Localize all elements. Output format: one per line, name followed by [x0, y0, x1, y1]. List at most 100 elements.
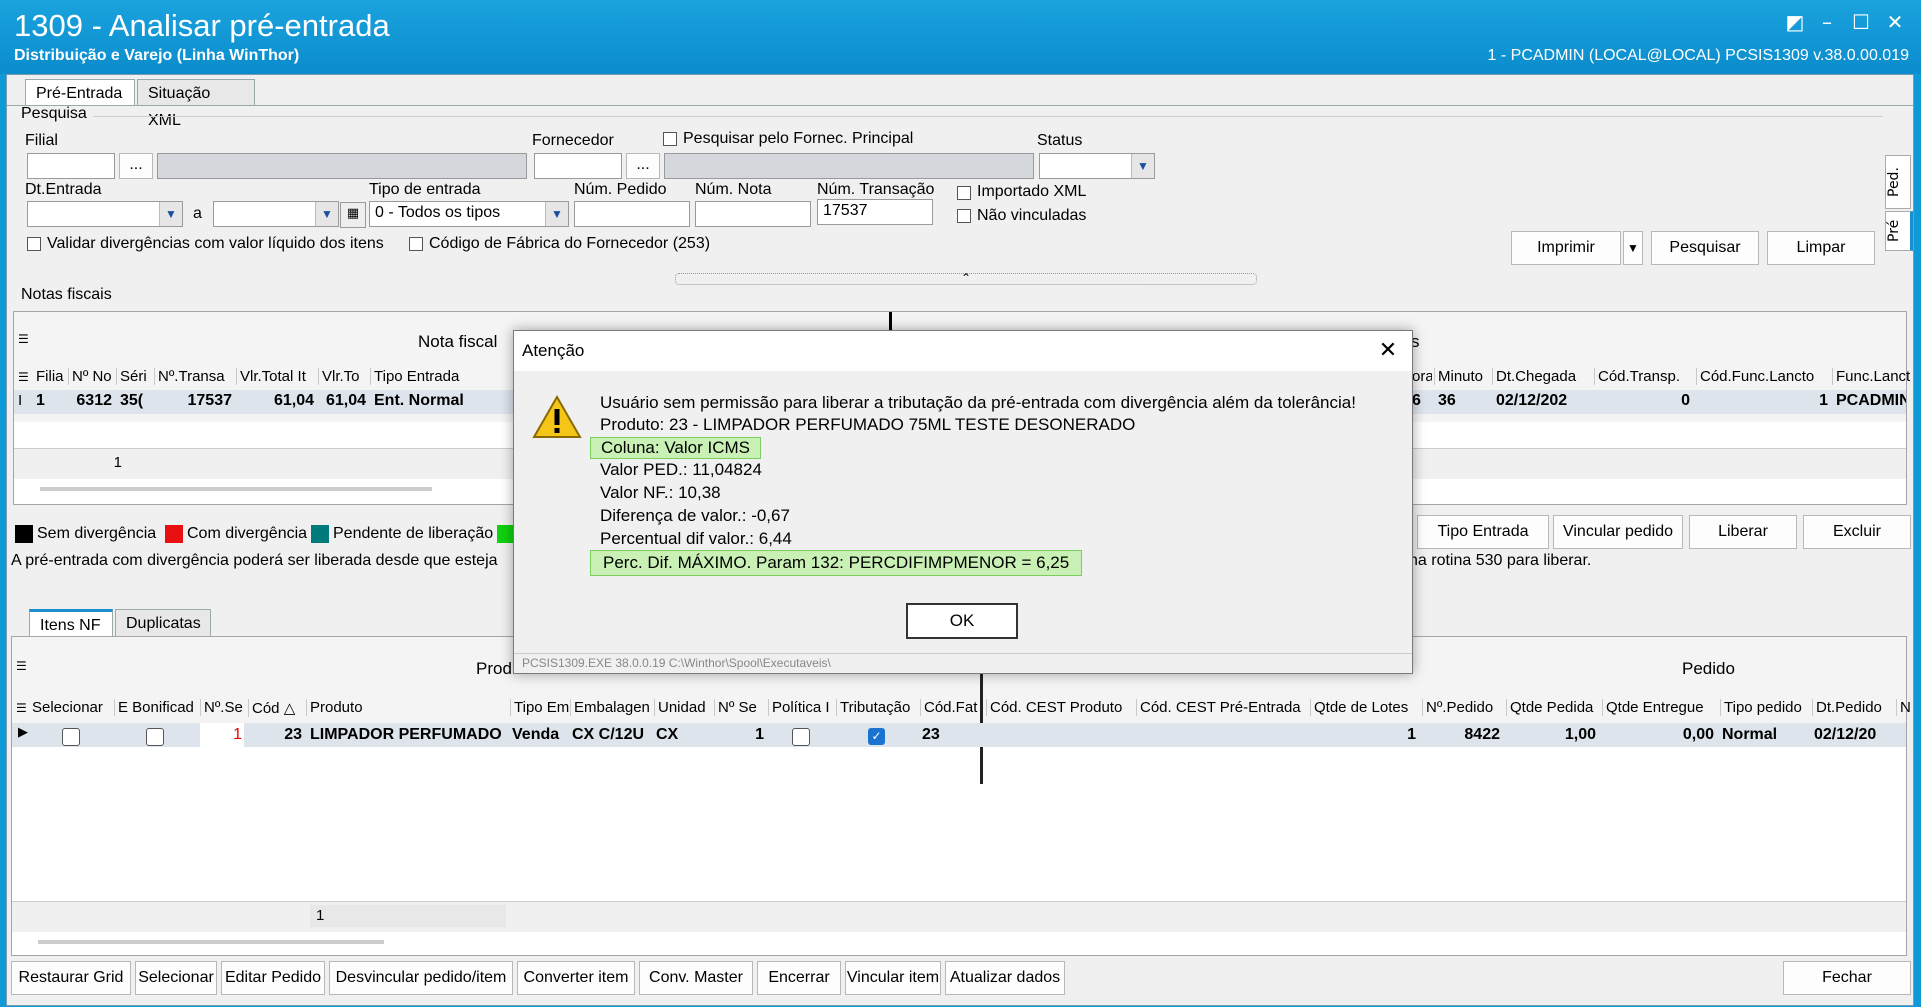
col-vlr-total[interactable]: Vlr.To — [318, 368, 370, 385]
col-func-lancto[interactable]: Func.Lancto — [1832, 368, 1910, 385]
chevron-down-icon[interactable]: ▼ — [545, 202, 568, 226]
politica-checkbox[interactable] — [792, 728, 810, 746]
cod-fabrica-checkbox[interactable] — [409, 237, 423, 251]
dt-entrada-end[interactable]: ▼ — [213, 201, 339, 227]
minimize-icon[interactable]: – — [1812, 10, 1842, 34]
editar-pedido-button[interactable]: Editar Pedido — [221, 961, 325, 995]
col-nseq[interactable]: Nº Se — [714, 699, 768, 716]
tab-duplicatas[interactable]: Duplicatas — [115, 609, 211, 636]
col-n[interactable]: Nº — [1896, 699, 1910, 716]
close-icon[interactable]: ✕ — [1880, 10, 1910, 34]
selecionar-checkbox[interactable] — [62, 728, 80, 746]
imprimir-button[interactable]: Imprimir — [1511, 231, 1621, 265]
fornecedor-lookup-button[interactable]: ... — [626, 153, 660, 179]
col-transacao[interactable]: Nº.Transa — [154, 368, 236, 385]
atualizar-dados-button[interactable]: Atualizar dados — [945, 961, 1065, 995]
fornecedor-input[interactable] — [534, 153, 622, 179]
col-tipo-pedido[interactable]: Tipo pedido — [1720, 699, 1812, 716]
chevron-down-icon[interactable]: ▼ — [159, 202, 182, 226]
col-politica[interactable]: Política I — [768, 699, 836, 716]
sort-asc-icon[interactable]: △ — [284, 700, 296, 717]
limpar-button[interactable]: Limpar — [1767, 231, 1875, 265]
col-dt-pedido[interactable]: Dt.Pedido — [1812, 699, 1896, 716]
col-num-pedido[interactable]: Nº.Pedido — [1422, 699, 1506, 716]
tributacao-check-icon[interactable]: ✓ — [868, 728, 885, 745]
col-cod-transp[interactable]: Cód.Transp. — [1594, 368, 1696, 385]
col-qtde-entregue[interactable]: Qtde Entregue — [1602, 699, 1720, 716]
cell-func-lancto: PCADMIN — [1836, 392, 1906, 409]
excluir-button[interactable]: Excluir — [1803, 515, 1911, 549]
vincular-pedido-button[interactable]: Vincular pedido — [1553, 515, 1683, 549]
col-bonificado[interactable]: E Bonificad — [114, 699, 200, 716]
col-qtde-pedida[interactable]: Qtde Pedida — [1506, 699, 1602, 716]
conv-master-button[interactable]: Conv. Master — [639, 961, 753, 995]
imprimir-dropdown-icon[interactable]: ▼ — [1623, 231, 1643, 265]
col-filial[interactable]: Filia — [36, 368, 66, 385]
col-cod-func-lancto[interactable]: Cód.Func.Lancto — [1696, 368, 1832, 385]
col-tributacao[interactable]: Tributação — [836, 699, 920, 716]
col-selecionar[interactable]: Selecionar — [32, 699, 112, 716]
restore-icon[interactable]: ◩ — [1780, 10, 1810, 34]
calendar-icon[interactable]: ▦ — [340, 202, 366, 228]
col-minuto[interactable]: Minuto — [1434, 368, 1492, 385]
dt-entrada-start[interactable]: ▼ — [27, 201, 183, 227]
grid-menu-icon[interactable]: ☰ — [16, 659, 27, 673]
num-transacao-input[interactable]: 17537 — [817, 199, 933, 225]
col-cest-pre-entrada[interactable]: Cód. CEST Pré-Entrada — [1136, 699, 1310, 716]
filial-lookup-button[interactable]: ... — [119, 153, 153, 179]
col-cest-produto[interactable]: Cód. CEST Produto — [986, 699, 1136, 716]
filial-description — [157, 153, 527, 179]
row-pointer-icon: ▶ — [18, 725, 28, 740]
dialog-close-icon[interactable]: ✕ — [1374, 337, 1402, 365]
tipo-entrada-button[interactable]: Tipo Entrada — [1417, 515, 1549, 549]
grid-menu-icon[interactable]: ☰ — [18, 332, 29, 346]
num-pedido-input[interactable] — [574, 201, 690, 227]
col-qtde-lotes[interactable]: Qtde de Lotes — [1310, 699, 1422, 716]
col-serie[interactable]: Séri — [116, 368, 154, 385]
col-num-nota[interactable]: Nº No — [68, 368, 116, 385]
notas-scrollbar[interactable] — [40, 487, 432, 491]
col-vlr-total-itens[interactable]: Vlr.Total It — [236, 368, 318, 385]
col-embalagem[interactable]: Embalagen — [570, 699, 654, 716]
col-unidade[interactable]: Unidad — [654, 699, 714, 716]
selecionar-button[interactable]: Selecionar — [135, 961, 217, 995]
grid-menu-icon[interactable]: ☰ — [18, 370, 29, 384]
tab-situacao-xml[interactable]: Situação XML — [137, 79, 255, 129]
col-dt-chegada[interactable]: Dt.Chegada — [1492, 368, 1594, 385]
encerrar-button[interactable]: Encerrar — [757, 961, 841, 995]
tab-pre-entrada[interactable]: Pré-Entrada — [25, 79, 135, 106]
side-tab-pre[interactable]: Pré — [1885, 211, 1913, 251]
chevron-down-icon[interactable]: ▼ — [1131, 154, 1154, 178]
col-tipo-entrada[interactable]: Tipo Entrada — [370, 368, 524, 385]
converter-item-button[interactable]: Converter item — [517, 961, 635, 995]
desvincular-button[interactable]: Desvincular pedido/item — [329, 961, 513, 995]
col-tipo-em[interactable]: Tipo Em — [510, 699, 570, 716]
maximize-icon[interactable]: ☐ — [1846, 10, 1876, 34]
col-cod-fat[interactable]: Cód.Fat — [920, 699, 982, 716]
tab-itens-nf[interactable]: Itens NF — [29, 609, 113, 636]
fechar-button[interactable]: Fechar — [1783, 961, 1911, 995]
tipo-entrada-select[interactable]: 0 - Todos os tipos ▼ — [369, 201, 569, 227]
col-produto[interactable]: Produto — [306, 699, 510, 716]
itens-scrollbar[interactable] — [38, 940, 384, 944]
col-cod[interactable]: Cód △ — [248, 699, 306, 717]
chevron-down-icon[interactable]: ▼ — [315, 202, 338, 226]
grid-menu-icon[interactable]: ☰ — [16, 701, 27, 715]
col-hora[interactable]: ora — [1412, 368, 1432, 385]
fornec-principal-checkbox[interactable] — [663, 132, 677, 146]
nao-vinculadas-checkbox[interactable] — [957, 209, 971, 223]
pesquisar-button[interactable]: Pesquisar — [1651, 231, 1759, 265]
importado-xml-checkbox[interactable] — [957, 186, 971, 200]
filial-input[interactable] — [27, 153, 115, 179]
side-tab-ped[interactable]: Ped. — [1885, 155, 1911, 209]
num-nota-input[interactable] — [695, 201, 811, 227]
ok-button[interactable]: OK — [906, 603, 1018, 639]
col-seq[interactable]: Nº.Se — [200, 699, 248, 716]
vincular-item-button[interactable]: Vincular item — [845, 961, 941, 995]
liberar-button[interactable]: Liberar — [1689, 515, 1797, 549]
splitter-handle[interactable]: ⌃ — [675, 272, 1257, 285]
restaurar-grid-button[interactable]: Restaurar Grid — [11, 961, 131, 995]
validar-checkbox[interactable] — [27, 237, 41, 251]
bonificado-checkbox[interactable] — [146, 728, 164, 746]
status-select[interactable]: ▼ — [1039, 153, 1155, 179]
